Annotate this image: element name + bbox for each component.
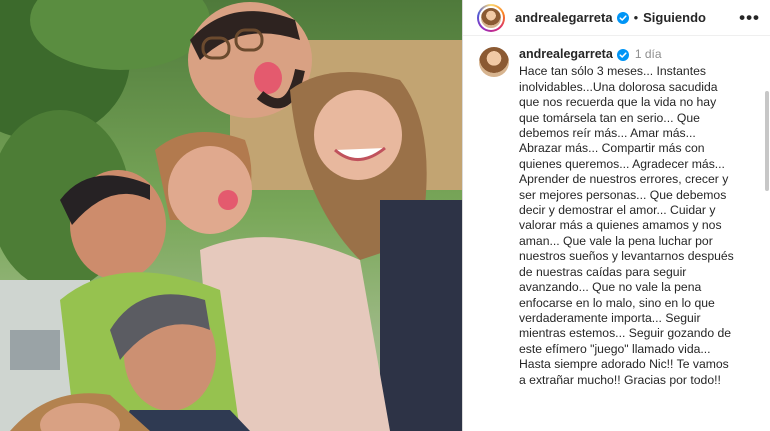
profile-avatar[interactable] [479,5,503,30]
caption-text: Hace tan sólo 3 meses... Instantes inolv… [519,64,734,387]
more-options-icon[interactable]: ••• [739,8,760,28]
caption-block: andrealegarreta 1 día Hace tan sólo 3 me… [519,47,734,388]
post-photo[interactable] [0,0,462,431]
caption-header: andrealegarreta 1 día [519,47,734,62]
post-header: andrealegarreta • Siguiendo ••• [463,0,770,36]
follow-button[interactable]: Siguiendo [643,10,706,25]
instagram-post-view: andrealegarreta • Siguiendo ••• andreale… [0,0,770,431]
post-side-panel: andrealegarreta • Siguiendo ••• andreale… [462,0,770,431]
caption-username[interactable]: andrealegarreta [519,47,613,62]
group-selfie-image [0,0,462,431]
scrollbar[interactable] [764,36,770,431]
story-avatar-ring[interactable] [477,3,505,32]
caption-avatar[interactable] [479,47,509,77]
post-time[interactable]: 1 día [635,47,662,62]
scroll-thumb[interactable] [765,91,769,191]
separator-dot: • [633,10,639,25]
verified-badge-icon [616,11,629,24]
caption-section: andrealegarreta 1 día Hace tan sólo 3 me… [463,36,770,388]
verified-badge-icon [616,48,629,61]
header-username[interactable]: andrealegarreta [515,10,613,25]
